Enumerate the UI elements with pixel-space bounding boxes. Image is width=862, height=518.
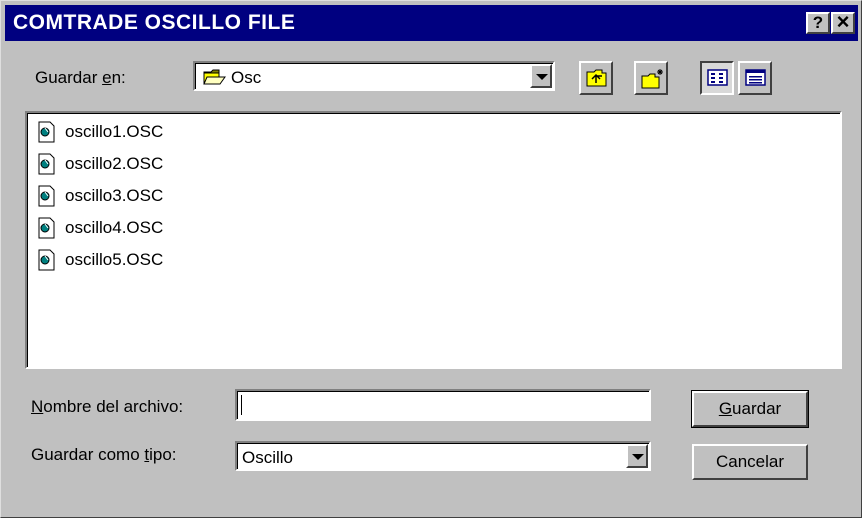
file-list[interactable]: oscillo1.OSC oscillo2.OSC oscillo3.OSC o… — [25, 111, 842, 369]
up-one-level-button[interactable] — [579, 61, 613, 95]
file-name: oscillo2.OSC — [65, 154, 164, 173]
chevron-down-icon — [536, 74, 548, 80]
document-icon — [38, 249, 55, 271]
save-in-dropdown-button[interactable] — [530, 64, 552, 88]
close-icon: × — [836, 9, 850, 34]
save-in-value: Osc — [231, 68, 262, 87]
window-title: COMTRADE OSCILLO FILE — [13, 11, 296, 34]
chevron-down-icon — [632, 454, 644, 460]
document-icon — [38, 121, 55, 143]
file-name: oscillo4.OSC — [65, 218, 164, 237]
file-type-dropdown-button[interactable] — [626, 444, 648, 468]
file-name-label: Nombre del archivo: — [31, 397, 184, 416]
save-dialog: COMTRADE OSCILLO FILE ? × Guardar en: Os… — [0, 0, 862, 518]
list-view-button[interactable] — [700, 61, 734, 95]
file-name-field[interactable] — [235, 389, 651, 421]
save-button[interactable]: Guardar — [692, 391, 808, 427]
document-icon — [38, 217, 55, 239]
up-one-level-icon — [586, 69, 607, 87]
save-in-combobox[interactable]: Osc — [193, 61, 555, 91]
file-name: oscillo3.OSC — [65, 186, 164, 205]
close-button[interactable]: × — [831, 9, 855, 34]
document-icon — [38, 185, 55, 207]
file-name: oscillo1.OSC — [65, 122, 164, 141]
file-type-label: Guardar como tipo: — [31, 445, 177, 464]
file-name: oscillo5.OSC — [65, 250, 164, 269]
create-new-folder-button[interactable] — [634, 61, 668, 95]
open-folder-icon — [203, 69, 226, 85]
title-bar[interactable]: COMTRADE OSCILLO FILE ? × — [5, 5, 858, 41]
text-caret — [241, 395, 242, 415]
file-type-combobox[interactable]: Oscillo — [235, 441, 651, 471]
create-new-folder-icon — [641, 69, 663, 89]
details-view-icon — [745, 69, 766, 86]
list-view-icon — [707, 69, 728, 86]
document-icon — [38, 153, 55, 175]
details-view-button[interactable] — [738, 61, 772, 95]
help-button[interactable]: ? — [806, 12, 830, 34]
cancel-button[interactable]: Cancelar — [692, 444, 808, 480]
save-in-label: Guardar en: — [35, 68, 126, 87]
file-type-value: Oscillo — [242, 448, 294, 467]
